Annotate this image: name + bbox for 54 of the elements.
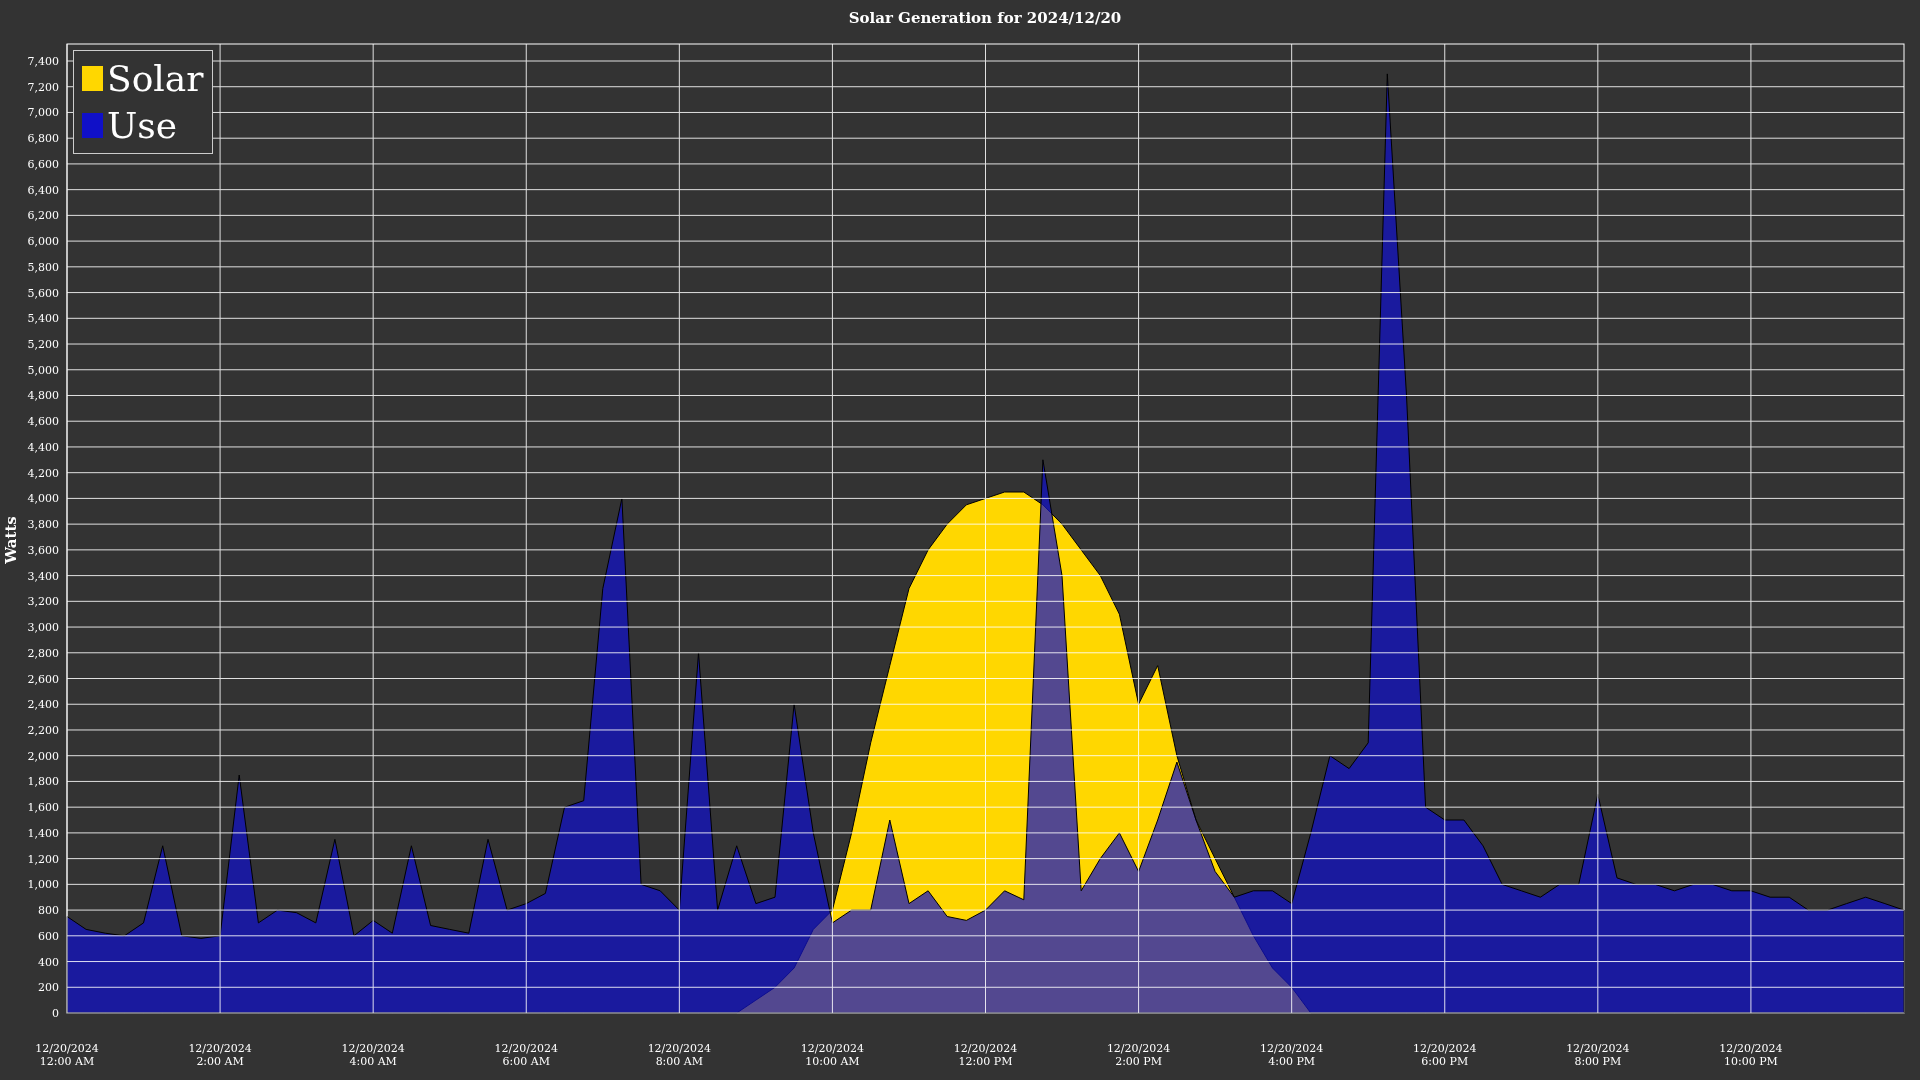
y-tick-label: 2,800 (27, 646, 59, 660)
x-tick-label: 12/20/2024 8:00 AM (646, 1042, 713, 1068)
y-tick-label: 6,400 (27, 183, 59, 197)
x-tick-label: 12/20/2024 6:00 PM (1412, 1042, 1478, 1068)
y-tick-label: 5,200 (27, 338, 59, 352)
y-tick-label: 3,800 (27, 518, 59, 532)
y-tick-label: 4,600 (27, 415, 59, 429)
chart-title: Solar Generation for 2024/12/20 (848, 9, 1122, 27)
y-tick-label: 600 (38, 929, 59, 943)
y-tick-label: 1,600 (27, 801, 59, 815)
x-tick-label: 12/20/2024 10:00 PM (1718, 1042, 1784, 1068)
y-tick-label: 3,000 (27, 621, 59, 635)
x-tick-label: 12/20/2024 10:00 AM (799, 1042, 866, 1068)
y-tick-label: 1,800 (27, 775, 59, 789)
legend-label: Solar (107, 58, 204, 99)
y-tick-label: 5,600 (27, 286, 59, 300)
y-tick-label: 4,800 (27, 389, 59, 403)
x-tick-label: 12/20/2024 6:00 AM (493, 1042, 559, 1068)
y-tick-label: 2,200 (27, 723, 59, 737)
legend-label: Use (107, 105, 178, 146)
y-axis-label: Watts (2, 516, 20, 564)
x-tick-label: 12/20/2024 4:00 AM (340, 1042, 406, 1068)
y-tick-label: 6,600 (27, 157, 59, 171)
y-tick-label: 4,400 (27, 440, 59, 454)
y-tick-label: 1,000 (27, 878, 59, 892)
y-tick-label: 6,200 (27, 209, 59, 223)
x-tick-label: 12/20/2024 2:00 AM (187, 1042, 253, 1068)
y-tick-label: 5,000 (27, 363, 59, 377)
y-tick-label: 7,000 (27, 106, 59, 120)
y-tick-label: 400 (38, 955, 59, 969)
y-tick-label: 3,200 (27, 595, 59, 609)
y-tick-label: 2,400 (27, 698, 59, 712)
y-tick-label: 6,000 (27, 235, 59, 249)
y-tick-label: 3,400 (27, 569, 59, 583)
y-tick-label: 5,400 (27, 312, 59, 326)
y-tick-label: 2,000 (27, 749, 59, 763)
y-tick-label: 3,600 (27, 543, 59, 557)
y-tick-label: 4,200 (27, 466, 59, 480)
y-tick-label: 0 (52, 1007, 59, 1020)
x-tick-label: 12/20/2024 4:00 PM (1258, 1042, 1325, 1068)
y-tick-label: 200 (38, 981, 59, 995)
y-tick-label: 5,800 (27, 260, 59, 274)
x-tick-label: 12/20/2024 12:00 AM (34, 1042, 100, 1068)
y-tick-label: 800 (38, 904, 59, 918)
x-tick-label: 12/20/2024 2:00 PM (1105, 1042, 1172, 1068)
x-tick-label: 12/20/2024 8:00 PM (1565, 1042, 1631, 1068)
y-tick-label: 4,000 (27, 492, 59, 506)
x-tick-label: 12/20/2024 12:00 PM (952, 1042, 1019, 1068)
y-tick-label: 7,200 (27, 80, 59, 94)
y-tick-label: 6,800 (27, 132, 59, 146)
y-tick-label: 7,400 (27, 55, 59, 68)
y-tick-label: 2,600 (27, 672, 59, 686)
y-tick-label: 1,200 (27, 852, 59, 866)
y-tick-label: 1,400 (27, 826, 59, 840)
